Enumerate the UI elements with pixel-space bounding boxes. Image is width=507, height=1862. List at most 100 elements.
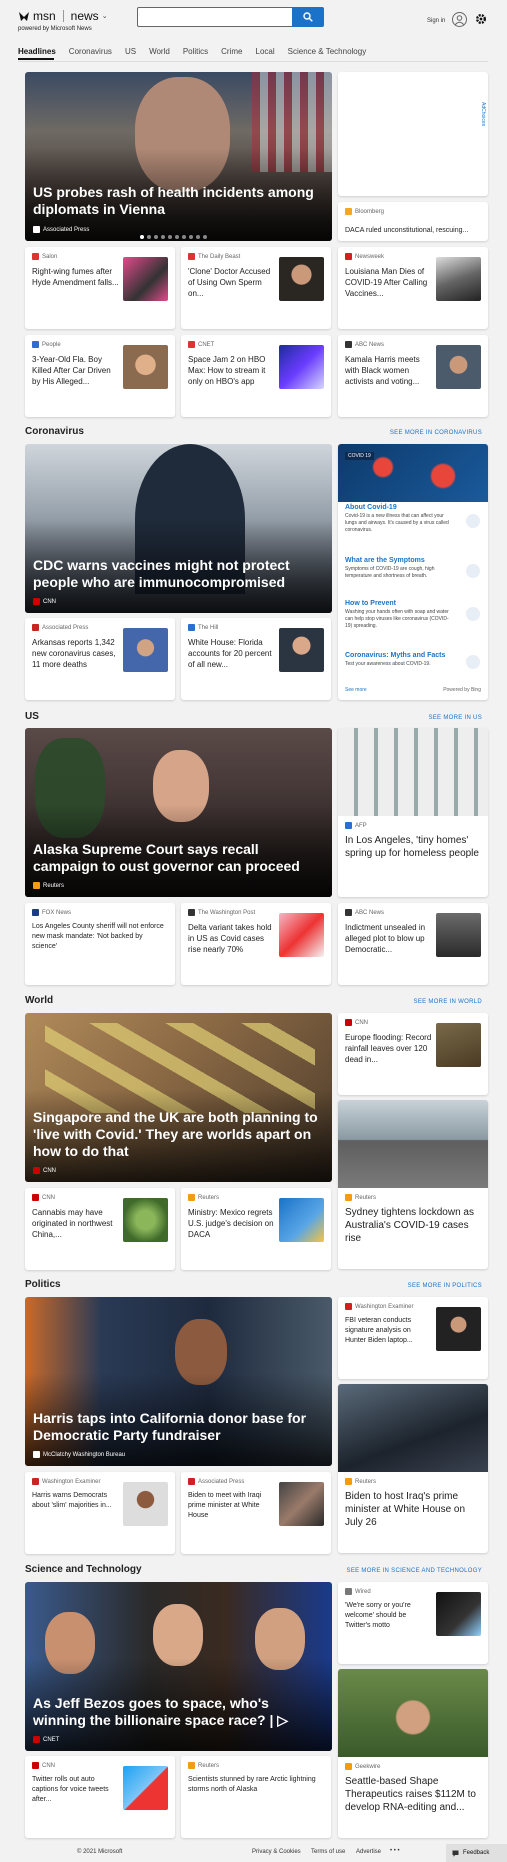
section-heading-coronavirus[interactable]: Coronavirus <box>25 426 84 437</box>
msn-logo[interactable]: msn news ⌄ <box>18 9 108 23</box>
ap-logo-icon <box>33 226 40 233</box>
covid-info-panel: COVID 19 About Covid-19 Covid-19 is a ne… <box>338 444 488 700</box>
see-more-politics-link[interactable]: SEE MORE IN POLITICS <box>408 1283 482 1289</box>
search-icon <box>303 12 313 22</box>
thumbnail <box>436 1592 481 1636</box>
covid-item-3[interactable]: How to Prevent Washing your hands often … <box>345 600 481 630</box>
world-card-1[interactable]: CNN Cannabis may have originated in nort… <box>25 1188 175 1270</box>
top-card-4[interactable]: People 3-Year-Old Fla. Boy Killed After … <box>25 335 175 417</box>
tab-science-technology[interactable]: Science & Technology <box>288 47 367 56</box>
see-more-us-link[interactable]: SEE MORE IN US <box>428 715 482 721</box>
thumbnail <box>436 1023 481 1067</box>
thumbnail <box>123 1766 168 1810</box>
footer: © 2021 Microsoft Privacy & Cookies Terms… <box>0 1844 507 1862</box>
tab-headlines[interactable]: Headlines <box>18 47 56 56</box>
tab-politics[interactable]: Politics <box>183 47 208 56</box>
tab-us[interactable]: US <box>125 47 136 56</box>
search-button[interactable] <box>292 7 324 27</box>
advertise-link[interactable]: Advertise <box>356 1849 381 1855</box>
scitech-card-1[interactable]: CNN Twitter rolls out auto captions for … <box>25 1756 175 1838</box>
feedback-icon <box>452 1850 459 1857</box>
us-side-story[interactable]: AFP In Los Angeles, 'tiny homes' spring … <box>338 728 488 897</box>
section-nav: Headlines Coronavirus US World Politics … <box>18 47 379 56</box>
scitech-side-top-card[interactable]: Wired 'We're sorry or you're welcome' sh… <box>338 1582 488 1664</box>
carousel-dots[interactable] <box>140 235 207 239</box>
user-icon <box>454 15 465 26</box>
thumbnail <box>436 345 481 389</box>
powered-by-bing: Powered by Bing <box>443 687 481 693</box>
section-heading-science-technology[interactable]: Science and Technology <box>25 1564 142 1575</box>
top-card-1[interactable]: Salon Right-wing fumes after Hyde Amendm… <box>25 247 175 329</box>
thermometer-icon <box>466 564 480 578</box>
world-hero-story[interactable]: Singapore and the UK are both planning t… <box>25 1013 332 1182</box>
thumbnail <box>123 345 168 389</box>
thumbnail <box>279 257 324 301</box>
us-card-1[interactable]: FOX News Los Angeles County sheriff will… <box>25 903 175 985</box>
politics-card-1[interactable]: Washington Examiner Harris warns Democra… <box>25 1472 175 1554</box>
top-card-2[interactable]: The Daily Beast 'Clone' Doctor Accused o… <box>181 247 331 329</box>
thumbnail <box>436 1307 481 1351</box>
top-card-3[interactable]: Newsweek Louisiana Man Dies of COVID-19 … <box>338 247 488 329</box>
thumbnail <box>279 1198 324 1242</box>
scitech-hero-story[interactable]: As Jeff Bezos goes to space, who's winni… <box>25 1582 332 1751</box>
world-side-story[interactable]: Reuters Sydney tightens lockdown as Aust… <box>338 1100 488 1269</box>
covid-item-4[interactable]: Coronavirus: Myths and Facts Test your a… <box>345 652 481 668</box>
world-side-top-card[interactable]: CNN Europe flooding: Record rainfall lea… <box>338 1013 488 1095</box>
tab-coronavirus[interactable]: Coronavirus <box>69 47 112 56</box>
see-more-science-technology-link[interactable]: SEE MORE IN SCIENCE AND TECHNOLOGY <box>347 1568 482 1574</box>
hero-source: McClatchy Washington Bureau <box>33 1451 125 1458</box>
us-hero-story[interactable]: Alaska Supreme Court says recall campaig… <box>25 728 332 897</box>
thumbnail <box>123 628 168 672</box>
terms-link[interactable]: Terms of use <box>311 1849 345 1855</box>
see-more-world-link[interactable]: SEE MORE IN WORLD <box>414 999 482 1005</box>
top-card-6[interactable]: ABC News Kamala Harris meets with Black … <box>338 335 488 417</box>
tab-crime[interactable]: Crime <box>221 47 242 56</box>
hero-title[interactable]: Harris taps into California donor base f… <box>33 1410 324 1444</box>
privacy-link[interactable]: Privacy & Cookies <box>252 1849 301 1855</box>
section-heading-us[interactable]: US <box>25 711 39 722</box>
politics-side-top-card[interactable]: Washington Examiner FBI veteran conducts… <box>338 1297 488 1379</box>
top-hero-story[interactable]: US probes rash of health incidents among… <box>25 72 332 241</box>
covid-see-more-link[interactable]: See more <box>345 687 367 693</box>
politics-side-story[interactable]: Reuters Biden to host Iraq's prime minis… <box>338 1384 488 1553</box>
scitech-side-story[interactable]: Geekwire Seattle-based Shape Therapeutic… <box>338 1669 488 1838</box>
politics-hero-story[interactable]: Harris taps into California donor base f… <box>25 1297 332 1466</box>
hero-title[interactable]: US probes rash of health incidents among… <box>33 184 324 218</box>
signin-link[interactable]: Sign in <box>427 18 445 24</box>
coronavirus-card-1[interactable]: Associated Press Arkansas reports 1,342 … <box>25 618 175 700</box>
see-more-coronavirus-link[interactable]: SEE MORE IN CORONAVIRUS <box>390 430 482 436</box>
coronavirus-card-2[interactable]: The Hill White House: Florida accounts f… <box>181 618 331 700</box>
avatar[interactable] <box>452 12 467 27</box>
hero-image-face-2 <box>153 1604 203 1666</box>
search-input[interactable] <box>137 7 294 27</box>
section-heading-politics[interactable]: Politics <box>25 1279 61 1290</box>
scitech-card-2[interactable]: Reuters Scientists stunned by rare Arcti… <box>181 1756 331 1838</box>
thumbnail <box>436 913 481 957</box>
us-card-3[interactable]: ABC News Indictment unsealed in alleged … <box>338 903 488 985</box>
covid-item-1[interactable]: About Covid-19 Covid-19 is a new illness… <box>345 504 481 534</box>
section-heading-world[interactable]: World <box>25 995 53 1006</box>
thumbnail <box>279 1482 324 1526</box>
handwash-icon <box>466 607 480 621</box>
thumbnail <box>279 628 324 672</box>
hero-source: Reuters <box>33 882 64 889</box>
us-card-2[interactable]: The Washington Post Delta variant takes … <box>181 903 331 985</box>
politics-card-2[interactable]: Associated Press Biden to meet with Iraq… <box>181 1472 331 1554</box>
more-icon[interactable]: • • • <box>390 1848 400 1854</box>
coronavirus-hero-story[interactable]: CDC warns vaccines might not protect peo… <box>25 444 332 613</box>
covid-item-2[interactable]: What are the Symptoms Symptoms of COVID-… <box>345 557 481 580</box>
hero-title[interactable]: Singapore and the UK are both planning t… <box>33 1109 324 1160</box>
tab-local[interactable]: Local <box>256 47 275 56</box>
chevron-down-icon[interactable]: ⌄ <box>102 12 108 20</box>
adchoices-label[interactable]: AdChoices <box>480 102 486 126</box>
tab-world[interactable]: World <box>149 47 170 56</box>
hero-title[interactable]: CDC warns vaccines might not protect peo… <box>33 557 324 591</box>
top-card-5[interactable]: CNET Space Jam 2 on HBO Max: How to stre… <box>181 335 331 417</box>
hero-title[interactable]: As Jeff Bezos goes to space, who's winni… <box>33 1695 324 1729</box>
feedback-button[interactable]: Feedback <box>446 1844 507 1862</box>
ad-card[interactable]: AdChoices <box>338 72 488 196</box>
gear-icon[interactable] <box>475 12 487 24</box>
world-card-2[interactable]: Reuters Ministry: Mexico regrets U.S. ju… <box>181 1188 331 1270</box>
top-side-card[interactable]: Bloomberg DACA ruled unconstitutional, r… <box>338 202 488 241</box>
hero-title[interactable]: Alaska Supreme Court says recall campaig… <box>33 841 324 875</box>
